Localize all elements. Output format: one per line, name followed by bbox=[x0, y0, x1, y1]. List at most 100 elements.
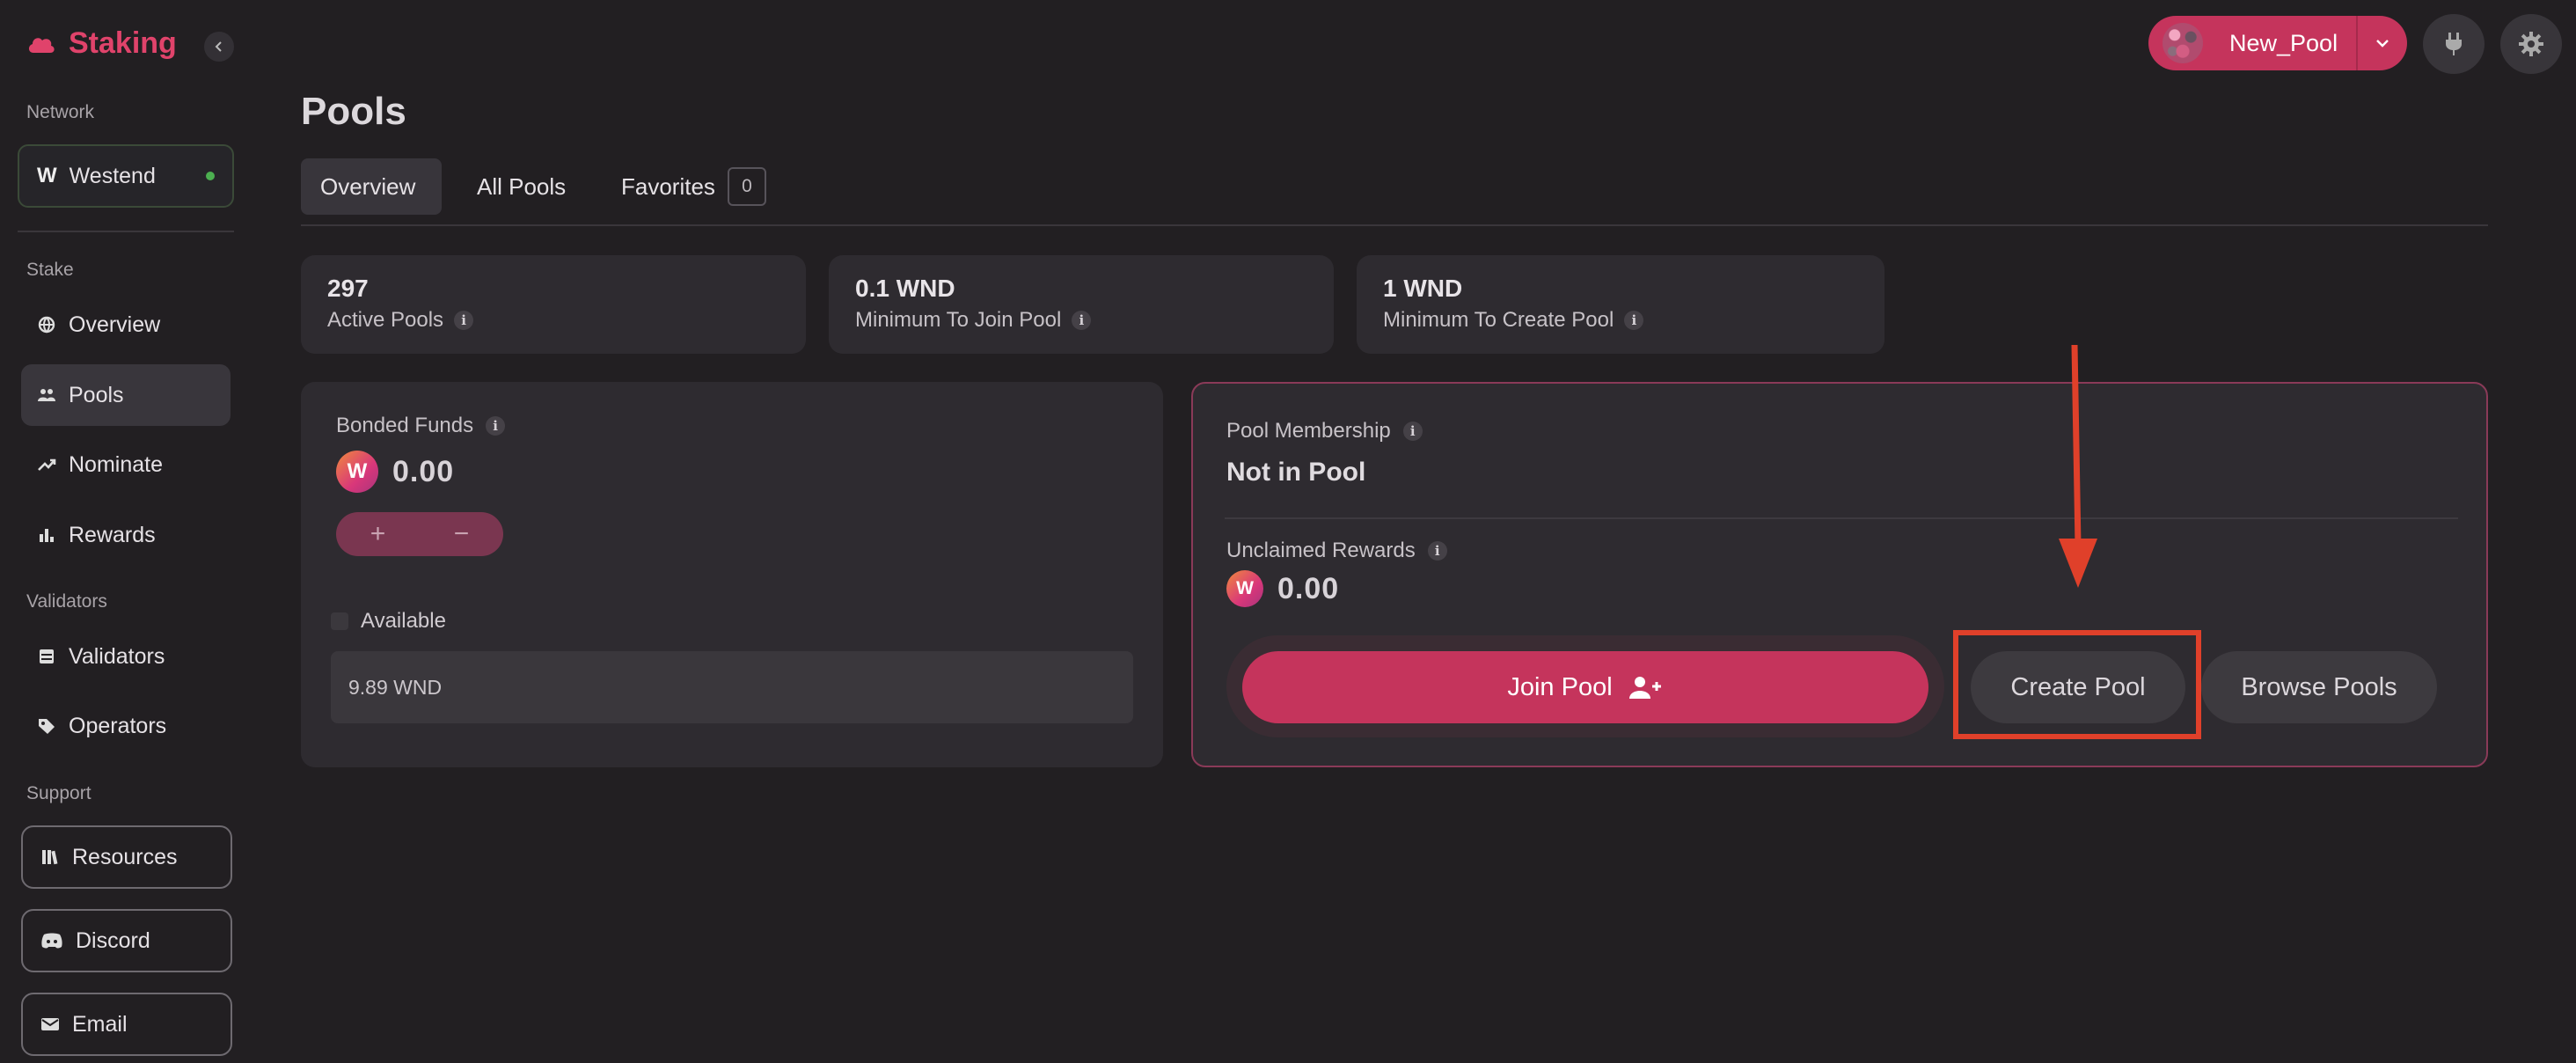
page-title: Pools bbox=[301, 90, 406, 133]
info-icon[interactable]: i bbox=[1402, 422, 1423, 441]
info-icon[interactable]: i bbox=[1072, 311, 1092, 330]
stat-card-min-join: 0.1 WND Minimum To Join Pool i bbox=[829, 255, 1334, 354]
chevron-down-icon bbox=[2376, 40, 2389, 48]
tab-all-pools[interactable]: All Pools bbox=[457, 158, 585, 215]
annotation-highlight-box bbox=[1953, 630, 2201, 739]
info-icon[interactable]: i bbox=[486, 416, 506, 436]
tab-overview[interactable]: Overview bbox=[301, 158, 442, 215]
stat-label: Active Pools bbox=[327, 308, 444, 332]
stat-card-active-pools: 297 Active Pools i bbox=[301, 255, 806, 354]
chevron-left-icon bbox=[215, 41, 222, 52]
sidebar-item-label: Rewards bbox=[69, 522, 156, 547]
unclaimed-amount: 0.00 bbox=[1277, 571, 1340, 605]
annotation-arrow-icon bbox=[2059, 344, 2097, 588]
pool-membership-label: Pool Membership bbox=[1226, 419, 1391, 443]
account-button[interactable]: New_Pool bbox=[2148, 16, 2407, 70]
app-logo[interactable]: Staking bbox=[26, 26, 177, 61]
join-pool-label: Join Pool bbox=[1507, 672, 1613, 701]
tab-label: Overview bbox=[320, 172, 416, 200]
stat-label-row: Minimum To Create Pool i bbox=[1383, 308, 1884, 333]
sidebar-item-operators[interactable]: Operators bbox=[21, 695, 231, 757]
tab-label: Favorites bbox=[621, 172, 715, 200]
pool-membership-label-row: Pool Membership i bbox=[1226, 419, 1423, 444]
settings-button[interactable] bbox=[2500, 14, 2562, 74]
support-section-label: Support bbox=[26, 783, 91, 803]
support-item-label: Email bbox=[72, 1011, 128, 1037]
bonded-amount: 0.00 bbox=[392, 454, 455, 488]
join-pool-button[interactable]: Join Pool bbox=[1242, 651, 1928, 723]
account-name: New_Pool bbox=[2229, 29, 2338, 56]
bond-adjust-group: + − bbox=[336, 512, 503, 556]
sidebar-item-pools[interactable]: Pools bbox=[21, 364, 231, 426]
membership-status: Not in Pool bbox=[1226, 458, 1366, 487]
stat-label-row: Active Pools i bbox=[327, 308, 806, 333]
network-selector[interactable]: W Westend bbox=[18, 144, 234, 208]
sidebar-item-label: Validators bbox=[69, 643, 165, 669]
network-badge: W bbox=[37, 164, 57, 187]
membership-divider bbox=[1225, 517, 2458, 519]
network-section-label: Network bbox=[26, 102, 95, 122]
account-dropdown-toggle[interactable] bbox=[2358, 38, 2407, 48]
info-icon[interactable]: i bbox=[1624, 311, 1644, 330]
trend-icon bbox=[38, 458, 56, 471]
sidebar-item-rewards[interactable]: Rewards bbox=[21, 504, 231, 566]
users-icon bbox=[38, 389, 55, 401]
stat-label-row: Minimum To Join Pool i bbox=[855, 308, 1334, 333]
collapse-sidebar-button[interactable] bbox=[204, 32, 234, 62]
sidebar-item-label: Operators bbox=[69, 713, 167, 738]
westend-token-icon: W bbox=[1226, 570, 1263, 607]
globe-icon bbox=[38, 316, 55, 334]
available-balance-bar: 9.89 WND bbox=[331, 651, 1133, 723]
network-status-dot bbox=[206, 172, 215, 180]
stat-label: Minimum To Create Pool bbox=[1383, 308, 1614, 332]
tabs-divider bbox=[301, 224, 2488, 226]
cloud-icon bbox=[28, 37, 55, 53]
sidebar-item-label: Overview bbox=[69, 312, 161, 337]
support-item-label: Resources bbox=[72, 844, 178, 869]
bonded-amount-row: W 0.00 bbox=[336, 451, 454, 493]
unclaimed-rewards-label-row: Unclaimed Rewards i bbox=[1226, 539, 1447, 563]
available-swatch bbox=[331, 612, 348, 630]
stat-card-min-create: 1 WND Minimum To Create Pool i bbox=[1357, 255, 1884, 354]
favorites-count-badge: 0 bbox=[727, 167, 766, 206]
info-icon[interactable]: i bbox=[454, 311, 474, 330]
network-name: Westend bbox=[69, 163, 156, 188]
sidebar-item-label: Nominate bbox=[69, 451, 163, 477]
unbond-button[interactable]: − bbox=[454, 519, 470, 549]
westend-token-icon: W bbox=[336, 451, 378, 493]
server-icon bbox=[40, 649, 54, 663]
bar-chart-icon bbox=[40, 529, 54, 542]
stake-section-label: Stake bbox=[26, 260, 74, 280]
stat-value: 0.1 WND bbox=[855, 275, 955, 302]
plug-icon bbox=[2446, 33, 2462, 55]
validators-section-label: Validators bbox=[26, 591, 107, 612]
email-button[interactable]: Email bbox=[21, 993, 232, 1056]
tag-icon bbox=[39, 719, 55, 734]
sidebar-item-validators[interactable]: Validators bbox=[21, 626, 231, 687]
discord-icon bbox=[41, 933, 62, 949]
bonded-funds-label: Bonded Funds bbox=[336, 414, 474, 437]
available-row: Available bbox=[331, 609, 446, 634]
user-plus-icon bbox=[1628, 677, 1661, 699]
sidebar-item-nominate[interactable]: Nominate bbox=[21, 434, 231, 495]
available-value: 9.89 WND bbox=[348, 675, 443, 699]
app-name: Staking bbox=[69, 26, 177, 60]
stat-value: 1 WND bbox=[1383, 275, 1463, 302]
browse-pools-label: Browse Pools bbox=[2241, 672, 2397, 701]
browse-pools-button[interactable]: Browse Pools bbox=[2201, 651, 2437, 723]
sidebar-item-label: Pools bbox=[69, 382, 124, 407]
resources-button[interactable]: Resources bbox=[21, 825, 232, 889]
support-item-label: Discord bbox=[76, 927, 150, 953]
connect-button[interactable] bbox=[2423, 14, 2485, 74]
bond-extra-button[interactable]: + bbox=[370, 519, 386, 549]
sidebar-item-overview[interactable]: Overview bbox=[21, 294, 231, 356]
unclaimed-rewards-label: Unclaimed Rewards bbox=[1226, 539, 1416, 562]
tab-label: All Pools bbox=[477, 172, 567, 200]
sidebar-divider bbox=[18, 231, 234, 232]
discord-button[interactable]: Discord bbox=[21, 909, 232, 972]
account-avatar bbox=[2163, 23, 2203, 63]
info-icon[interactable]: i bbox=[1427, 541, 1447, 561]
books-icon bbox=[42, 850, 58, 865]
available-label: Available bbox=[361, 609, 446, 633]
tab-favorites[interactable]: Favorites 0 bbox=[602, 158, 786, 215]
